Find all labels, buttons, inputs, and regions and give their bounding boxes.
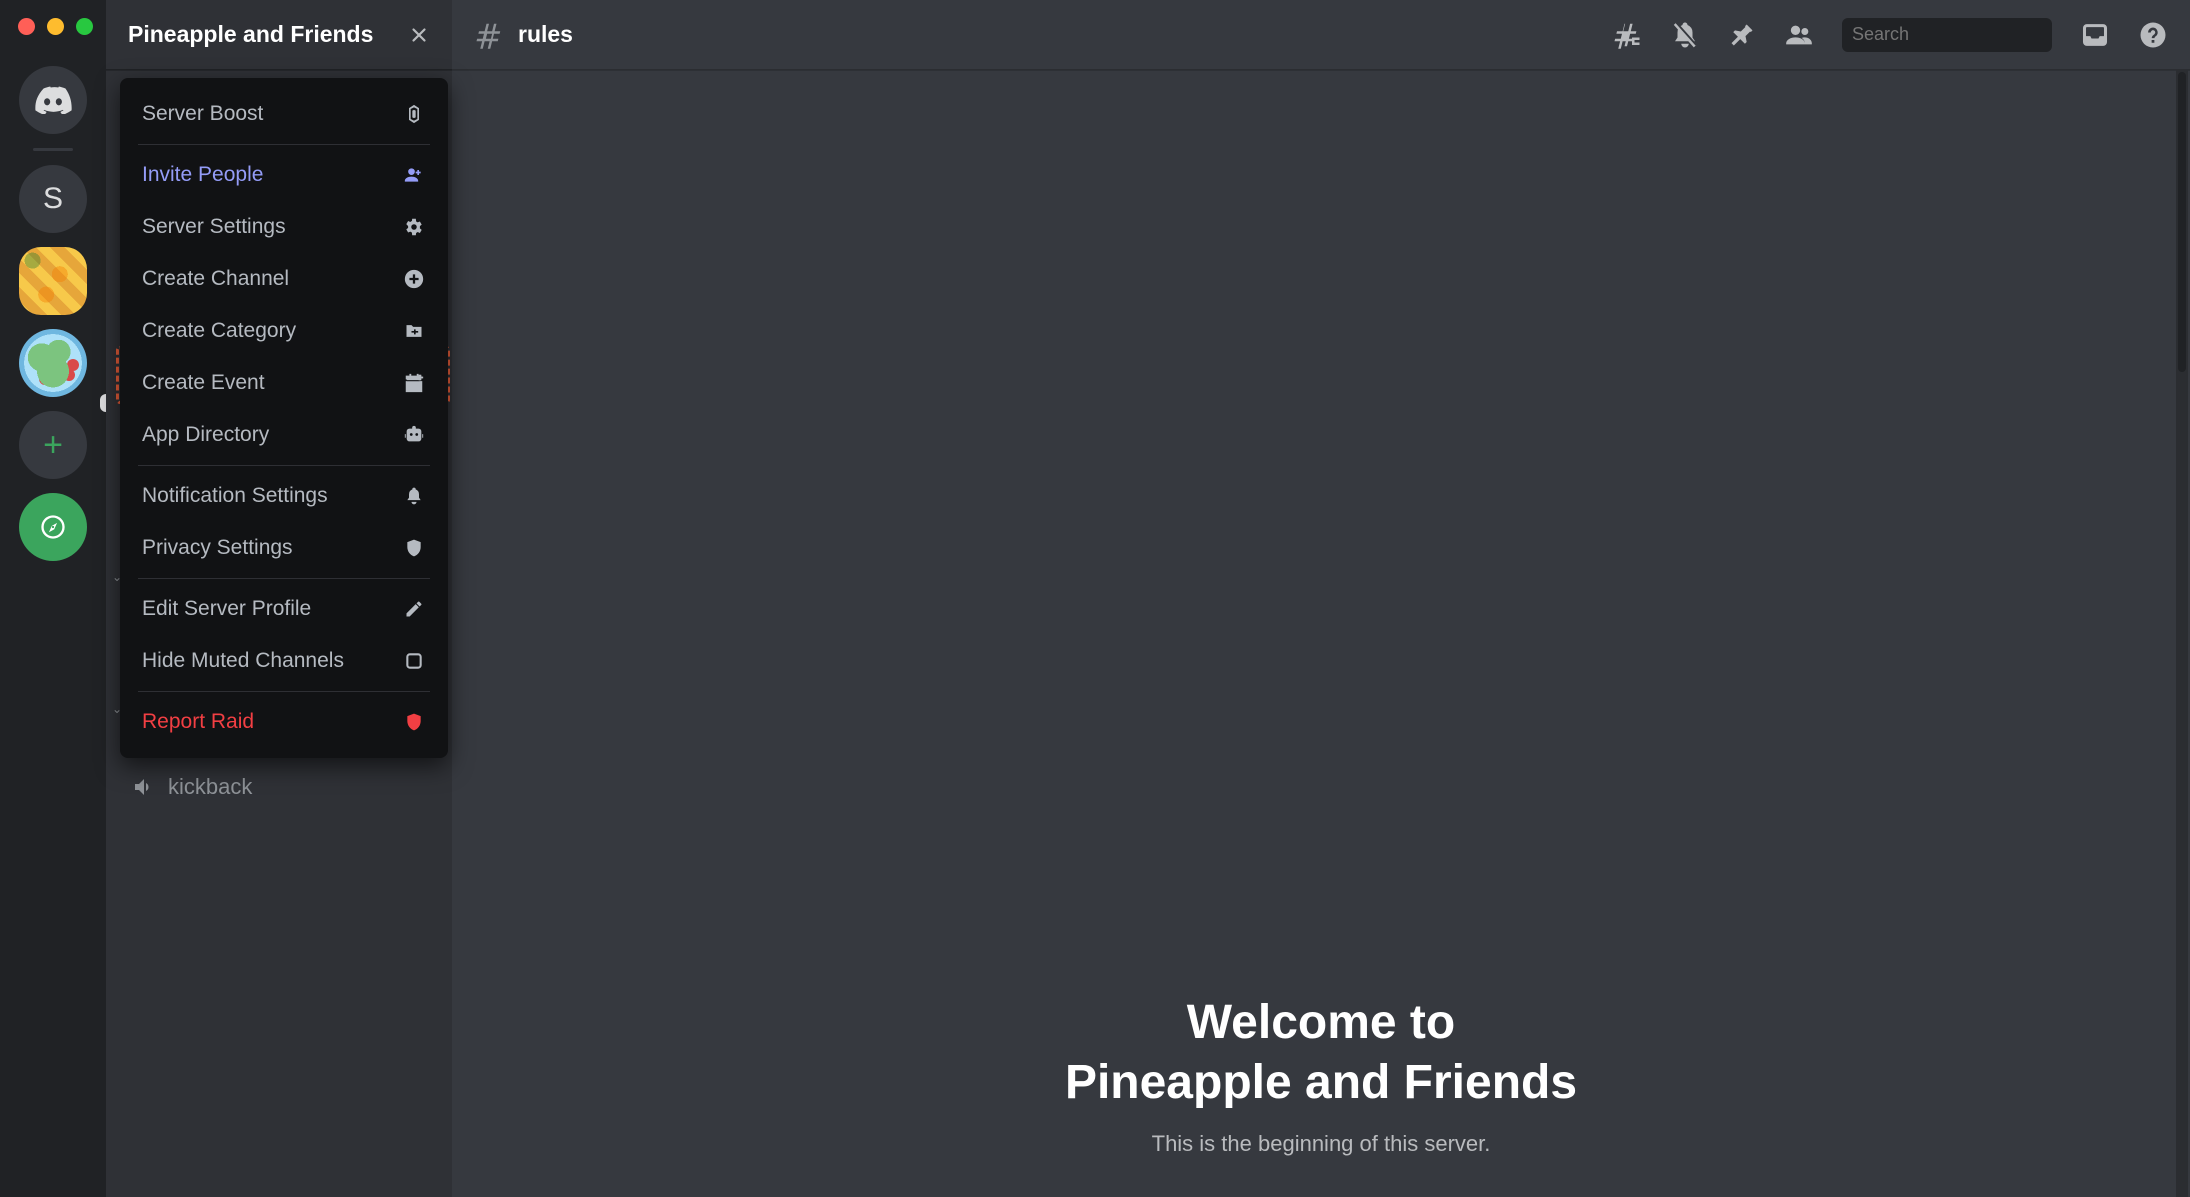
menu-notification-settings[interactable]: Notification Settings	[132, 470, 436, 522]
explore-servers-button[interactable]	[19, 493, 87, 561]
boost-icon	[402, 103, 426, 125]
menu-create-channel[interactable]: Create Channel	[132, 253, 436, 305]
menu-report-raid[interactable]: Report Raid	[132, 696, 436, 748]
shield-star-icon	[402, 537, 426, 559]
search-input[interactable]	[1852, 24, 2084, 45]
server-icon-pineapple[interactable]	[19, 247, 87, 315]
discord-logo-icon	[34, 86, 72, 114]
add-server-button[interactable]: +	[19, 411, 87, 479]
menu-app-directory[interactable]: App Directory	[132, 409, 436, 461]
scrollbar-thumb[interactable]	[2178, 72, 2186, 372]
threads-icon	[1612, 20, 1642, 50]
menu-label: Privacy Settings	[142, 536, 293, 560]
pencil-icon	[402, 599, 426, 619]
topbar: rules	[452, 0, 2190, 70]
menu-separator	[138, 465, 430, 466]
checkbox-empty-icon	[402, 651, 426, 671]
window-zoom-dot[interactable]	[76, 18, 93, 35]
window-traffic-lights	[18, 18, 93, 35]
inbox-icon	[2080, 21, 2110, 49]
help-button[interactable]	[2138, 20, 2168, 50]
compass-icon	[39, 513, 67, 541]
menu-label: Server Settings	[142, 215, 286, 239]
guild-name: Pineapple and Friends	[128, 21, 373, 48]
server-icon-globe[interactable]	[19, 329, 87, 397]
pinned-messages-button[interactable]	[1728, 21, 1756, 49]
help-icon	[2138, 20, 2168, 50]
person-plus-icon	[402, 165, 426, 185]
menu-separator	[138, 691, 430, 692]
welcome-subtext: This is the beginning of this server.	[1152, 1131, 1491, 1157]
menu-separator	[138, 144, 430, 145]
menu-label: Create Category	[142, 319, 296, 343]
close-icon	[408, 24, 430, 46]
menu-privacy-settings[interactable]: Privacy Settings	[132, 522, 436, 574]
window-close-dot[interactable]	[18, 18, 35, 35]
channel-label: kickback	[168, 774, 252, 800]
server-dropdown-menu: Server Boost Invite People Server Settin…	[120, 78, 448, 758]
menu-label: Server Boost	[142, 102, 263, 126]
menu-create-event[interactable]: Create Event	[132, 357, 436, 409]
menu-create-category[interactable]: Create Category	[132, 305, 436, 357]
notifications-muted-button[interactable]	[1670, 20, 1700, 50]
menu-label: App Directory	[142, 423, 269, 447]
guild-header[interactable]: Pineapple and Friends	[106, 0, 452, 70]
threads-button[interactable]	[1612, 20, 1642, 50]
menu-label: Hide Muted Channels	[142, 649, 344, 673]
menu-label: Edit Server Profile	[142, 597, 311, 621]
folder-plus-icon	[402, 321, 426, 341]
server-icon-s[interactable]: S	[19, 165, 87, 233]
home-dm-button[interactable]	[19, 66, 87, 134]
welcome-line1: Welcome to	[1065, 993, 1577, 1053]
bell-icon	[402, 485, 426, 507]
member-list-button[interactable]	[1784, 21, 1814, 49]
menu-label: Create Event	[142, 371, 265, 395]
gear-icon	[402, 216, 426, 238]
menu-label: Create Channel	[142, 267, 289, 291]
menu-invite-people[interactable]: Invite People	[132, 149, 436, 201]
menu-server-boost[interactable]: Server Boost	[132, 88, 436, 140]
voice-channel-kickback[interactable]: kickback	[116, 766, 442, 808]
menu-label: Invite People	[142, 163, 263, 187]
speaker-icon	[132, 775, 156, 799]
menu-separator	[138, 578, 430, 579]
inbox-button[interactable]	[2080, 21, 2110, 49]
menu-hide-muted-channels[interactable]: Hide Muted Channels	[132, 635, 436, 687]
people-icon	[1784, 21, 1814, 49]
scrollbar-track[interactable]	[2176, 70, 2188, 1197]
main-panel: rules	[452, 0, 2190, 1197]
menu-edit-server-profile[interactable]: Edit Server Profile	[132, 583, 436, 635]
menu-server-settings[interactable]: Server Settings	[132, 201, 436, 253]
hash-icon	[474, 20, 504, 50]
channel-sidebar: Pineapple and Friends ⌄ ⌄ gaming kickbac…	[106, 0, 452, 1197]
chat-body: Welcome to Pineapple and Friends This is…	[452, 70, 2190, 1197]
channel-name: rules	[518, 21, 573, 48]
shield-alert-icon	[402, 711, 426, 733]
bell-slash-icon	[1670, 20, 1700, 50]
menu-label: Notification Settings	[142, 484, 328, 508]
server-rail: S +	[0, 0, 106, 1197]
circle-plus-icon	[402, 268, 426, 290]
pin-icon	[1728, 21, 1756, 49]
search-box[interactable]	[1842, 18, 2052, 52]
robot-icon	[402, 424, 426, 446]
window-minimize-dot[interactable]	[47, 18, 64, 35]
calendar-plus-icon	[402, 372, 426, 394]
welcome-line2: Pineapple and Friends	[1065, 1053, 1577, 1113]
guild-header-close-icon[interactable]	[408, 24, 430, 46]
welcome-heading: Welcome to Pineapple and Friends	[1065, 993, 1577, 1113]
menu-label: Report Raid	[142, 710, 254, 734]
rail-separator	[33, 148, 73, 151]
